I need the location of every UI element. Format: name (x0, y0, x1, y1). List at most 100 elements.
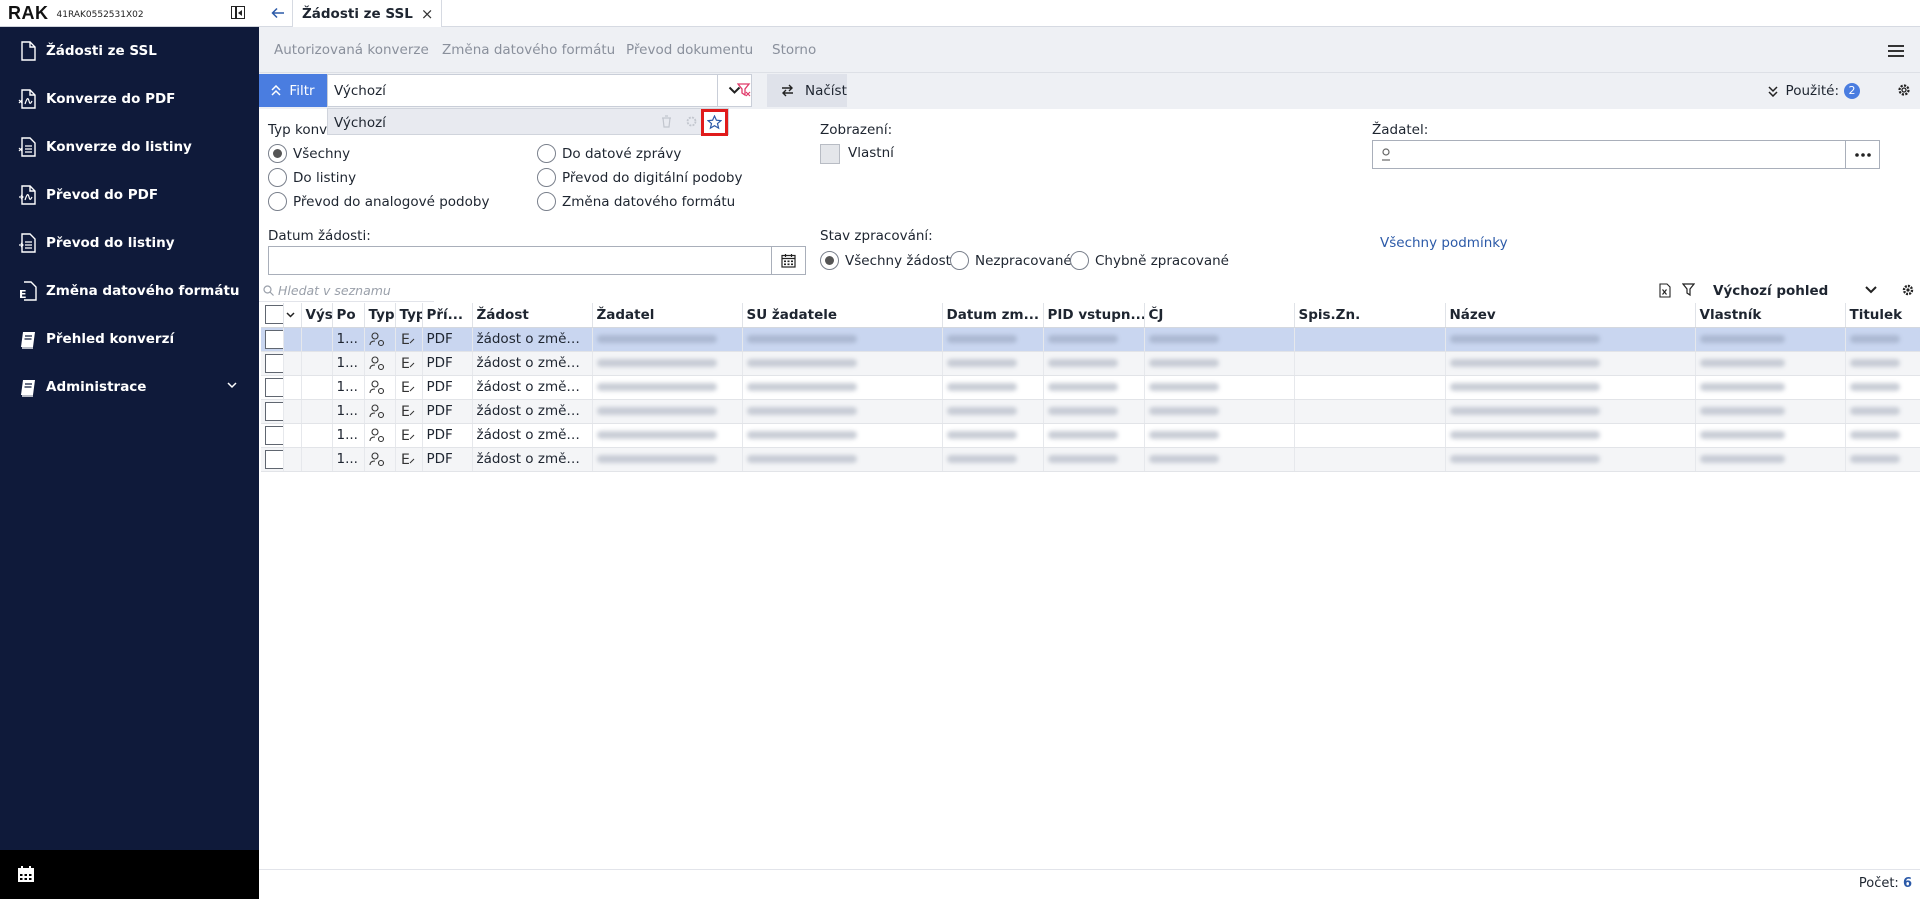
excel-export-icon[interactable] (1659, 283, 1671, 298)
radio-datova-zprava[interactable]: Do datové zprávy (537, 144, 681, 163)
row-cell (1294, 423, 1446, 448)
header-select-all[interactable] (261, 303, 284, 328)
col-header[interactable]: Výs (301, 303, 333, 328)
row-checkbox[interactable] (265, 425, 282, 445)
col-header[interactable]: Typ (364, 303, 396, 328)
row-cell-request: žádost o změnu ... (472, 399, 593, 424)
own-checkbox[interactable] (820, 144, 840, 164)
row-cell-redacted (1695, 423, 1846, 448)
favorite-star-icon[interactable] (701, 109, 728, 136)
row-select-cell[interactable] (261, 351, 284, 376)
sidebar-item-administrace[interactable]: Administrace (0, 363, 259, 411)
radio-chybne[interactable]: Chybně zpracované (1070, 251, 1229, 270)
table-row[interactable]: 1... E PDF žádost o změnu ... (261, 447, 1920, 472)
select-all-checkbox[interactable] (265, 305, 282, 325)
dropdown-option-vychozi[interactable]: Výchozí (334, 115, 386, 131)
row-select-cell[interactable] (261, 375, 284, 400)
col-header[interactable]: Datum zm... (942, 303, 1044, 328)
row-checkbox[interactable] (265, 377, 282, 397)
col-header[interactable]: Po (332, 303, 365, 328)
col-header[interactable]: PID vstupn... (1043, 303, 1145, 328)
redacted-value (1047, 455, 1118, 463)
sidebar-item-prehled-konverzi[interactable]: Přehled konverzí (0, 315, 259, 363)
radio-zmena-formatu[interactable]: Změna datového formátu (537, 192, 735, 211)
row-checkbox[interactable] (265, 401, 282, 421)
list-search-input[interactable]: Hledat v seznamu (259, 280, 434, 302)
tab-zadosti-ssl[interactable]: Žádosti ze SSL × (292, 0, 443, 27)
document-transfer-button[interactable]: Převod dokumentu (626, 42, 753, 58)
col-header[interactable]: Žádost (472, 303, 593, 328)
radio-vsechny-zadosti[interactable]: Všechny žádosti (820, 251, 955, 270)
row-select-cell[interactable] (261, 423, 284, 448)
row-cell-ext: PDF (422, 375, 473, 400)
table-row[interactable]: 1... E PDF žádost o změnu ... (261, 423, 1920, 448)
table-row[interactable]: 1... E PDF žádost o změnu ... (261, 375, 1920, 400)
request-date-field[interactable] (268, 246, 806, 275)
collapse-sidebar-icon[interactable] (231, 6, 245, 19)
table-row[interactable]: 1... E PDF žádost o změnu ... (261, 351, 1920, 376)
redacted-value (596, 359, 717, 367)
col-header[interactable]: Typ (395, 303, 423, 328)
radio-digitalni[interactable]: Převod do digitální podoby (537, 168, 742, 187)
gear-icon[interactable] (1896, 82, 1912, 98)
close-icon[interactable]: × (421, 5, 434, 23)
calendar-icon[interactable] (17, 865, 35, 883)
row-checkbox[interactable] (265, 353, 282, 373)
filter-toggle-button[interactable]: Filtr (259, 74, 327, 107)
filter-icon[interactable] (1682, 283, 1695, 297)
col-header[interactable]: Spis.Zn. (1294, 303, 1446, 328)
col-header[interactable]: ČJ (1144, 303, 1295, 328)
row-cell-po: 1... (332, 447, 365, 472)
row-select-cell[interactable] (261, 327, 284, 352)
col-header[interactable]: Žadatel (592, 303, 743, 328)
all-conditions-link[interactable]: Všechny podmínky (1380, 235, 1508, 251)
radio-do-listiny[interactable]: Do listiny (268, 168, 356, 187)
row-select-cell[interactable] (261, 399, 284, 424)
back-arrow-icon[interactable] (271, 6, 285, 20)
row-cell-redacted (742, 447, 943, 472)
row-cell-redacted (1845, 351, 1920, 376)
row-checkbox[interactable] (265, 449, 282, 469)
sidebar-item-konverze-listiny[interactable]: Konverze do listiny (0, 123, 259, 171)
used-filters[interactable]: Použité: 2 (1768, 83, 1860, 99)
col-header[interactable]: Název (1445, 303, 1696, 328)
row-cell-redacted (1845, 327, 1920, 352)
trash-icon[interactable] (661, 115, 672, 128)
col-header[interactable]: Titulek (1845, 303, 1920, 328)
radio-analogova[interactable]: Převod do analogové podoby (268, 192, 489, 211)
sidebar-item-zadosti-ssl[interactable]: Žádosti ze SSL (0, 27, 259, 75)
gear-icon[interactable] (1901, 283, 1915, 297)
row-cell-type (364, 327, 396, 352)
col-header[interactable]: Pří... (422, 303, 473, 328)
row-checkbox[interactable] (265, 329, 282, 349)
table-row[interactable]: 1... E PDF žádost o změnu ... (261, 327, 1920, 352)
view-select[interactable]: Výchozí pohled (1699, 280, 1887, 302)
col-header[interactable]: Vlastník (1695, 303, 1846, 328)
table-row[interactable]: 1... E PDF žádost o změnu ... (261, 399, 1920, 424)
authorized-conversion-button[interactable]: Autorizovaná konverze (274, 42, 429, 58)
redacted-value (596, 431, 717, 439)
sidebar-item-prevod-pdf[interactable]: Převod do PDF (0, 171, 259, 219)
cancel-button[interactable]: Storno (772, 42, 816, 58)
filter-preset-select[interactable]: Výchozí (327, 74, 752, 107)
row-cell-redacted (742, 399, 943, 424)
chevron-down-icon[interactable] (227, 382, 237, 389)
sidebar-item-zmena-formatu[interactable]: E Změna datového formátu (0, 267, 259, 315)
menu-icon[interactable] (1888, 45, 1904, 60)
applicant-field[interactable] (1372, 140, 1880, 169)
sidebar-item-konverze-pdf[interactable]: Konverze do PDF (0, 75, 259, 123)
format-change-button[interactable]: Změna datového formátu (442, 42, 615, 58)
more-options-icon[interactable] (1845, 141, 1879, 168)
sidebar-item-prevod-listiny[interactable]: Převod do listiny (0, 219, 259, 267)
gear-icon[interactable] (685, 115, 698, 128)
filter-clear-icon[interactable] (737, 83, 751, 97)
redacted-value (746, 431, 857, 439)
row-select-cell[interactable] (261, 447, 284, 472)
radio-vsechny[interactable]: Všechny (268, 144, 350, 163)
redacted-value (1699, 335, 1785, 343)
col-header[interactable]: SU žadatele (742, 303, 943, 328)
load-button[interactable]: Načíst (767, 74, 847, 107)
radio-nezpracovane[interactable]: Nezpracované (950, 251, 1072, 270)
calendar-icon[interactable] (771, 247, 805, 274)
header-select-menu[interactable] (283, 303, 302, 328)
